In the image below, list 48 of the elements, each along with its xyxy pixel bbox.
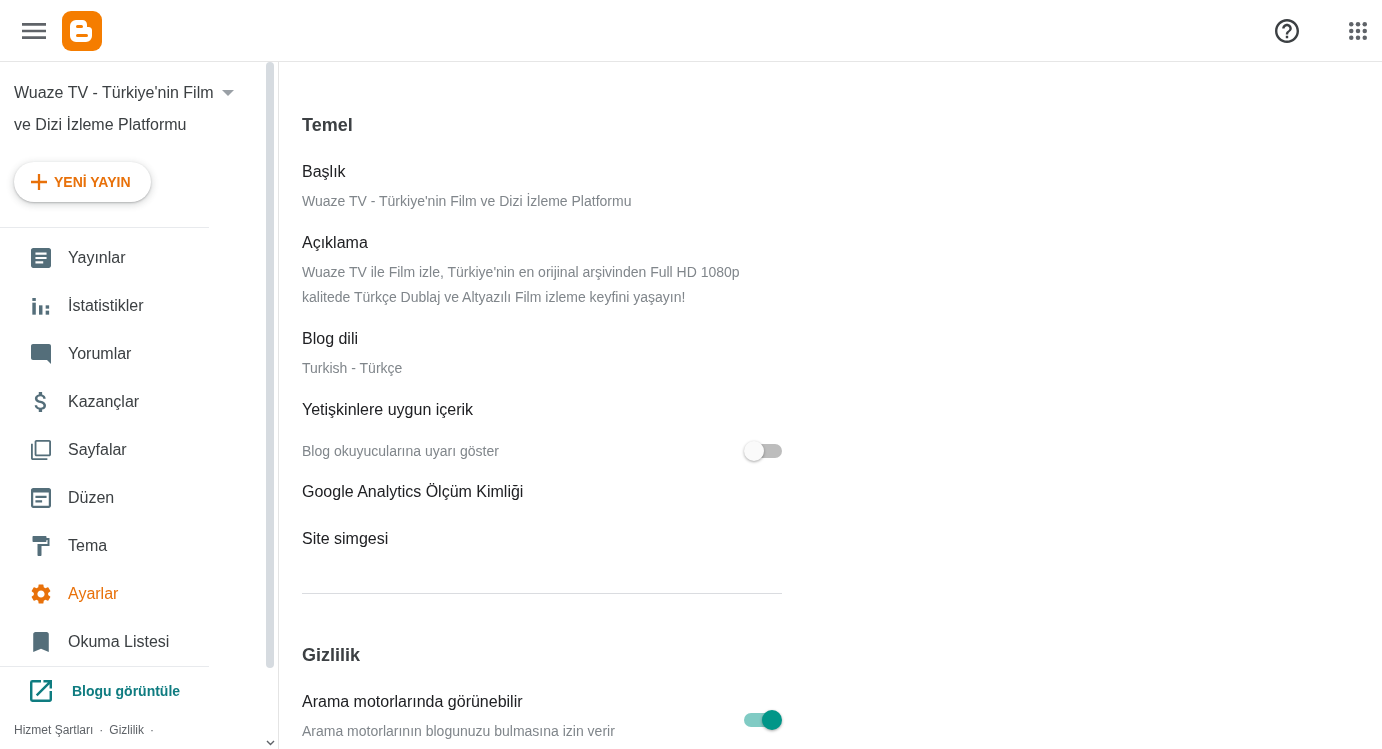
apps-grid-icon	[1349, 21, 1367, 40]
footer-link[interactable]: Gizlilik	[109, 722, 145, 738]
scrollbar-thumb[interactable]	[266, 62, 274, 668]
bar-chart-icon	[31, 296, 51, 316]
setting-label: Başlık	[302, 162, 347, 182]
apps-button[interactable]	[1349, 21, 1367, 40]
setting-value: Wuaze TV ile Film izle, Türkiye'nin en orijinal arşivinden Full HD 1080p kalitede Türkçe Dublaj ve Altyazılı Film izleme keyfini yaşayın!	[302, 263, 741, 307]
plus-icon	[31, 174, 47, 190]
separator: ·	[99, 722, 104, 738]
comment-icon	[31, 344, 51, 364]
setting-label: Yetişkinlere uygun içerik	[302, 400, 475, 420]
section-heading: Gizlilik	[302, 644, 362, 667]
bookmark-icon	[31, 632, 51, 652]
toggle-switch[interactable]	[744, 441, 782, 461]
sidebar-item[interactable]: İstatistikler	[0, 282, 266, 330]
external-link-icon	[30, 680, 52, 702]
caret-icon	[222, 90, 234, 96]
setting-value: Turkish - Türkçe	[302, 359, 404, 378]
sidebar-item[interactable]: Okuma Listesi	[0, 618, 266, 666]
separator: ·	[150, 722, 155, 738]
sidebar-item[interactable]: Tema	[0, 522, 266, 570]
sidebar-item[interactable]: Kazançlar	[0, 378, 266, 426]
footer-link[interactable]: Hizmet Şartları	[14, 722, 94, 738]
sidebar-item[interactable]: Düzen	[0, 474, 266, 522]
logo-icon[interactable]	[62, 10, 102, 51]
pages-icon	[31, 440, 51, 460]
setting-label: Açıklama	[302, 233, 369, 253]
layout-icon	[31, 488, 51, 508]
setting-label[interactable]: Google Analytics Ölçüm Kimliği	[302, 480, 782, 504]
settings-icon	[31, 584, 51, 604]
setting-description: Blog okuyucularına uyarı göster	[302, 441, 499, 461]
document-icon	[31, 248, 51, 268]
view-blog-link[interactable]: Blogu görüntüle	[0, 667, 189, 715]
sidebar-item[interactable]: Yayınlar	[0, 234, 266, 282]
blog-selector[interactable]: Wuaze TV - Türkiye'nin Film ve Dizi İzleme Platformu	[14, 77, 266, 141]
sidebar-item[interactable]: Yorumlar	[0, 330, 266, 378]
paint-roller-icon	[31, 536, 51, 556]
setting-description: Arama motorlarının blogunuzu bulmasına izin verir	[302, 722, 615, 741]
setting-value: Wuaze TV - Türkiye'nin Film ve Dizi İzleme Platformu	[302, 192, 633, 211]
sidebar-item[interactable]: Sayfalar	[0, 426, 266, 474]
section-heading: Temel	[302, 114, 354, 137]
setting-label[interactable]: Site simgesi	[302, 527, 782, 551]
setting-label: Arama motorlarında görünebilir	[302, 692, 524, 712]
toggle-switch[interactable]	[744, 710, 782, 730]
help-button[interactable]	[1275, 18, 1299, 43]
setting-label: Blog dili	[302, 329, 360, 349]
help-icon	[1275, 18, 1299, 43]
chevron-down-icon[interactable]	[266, 740, 275, 746]
